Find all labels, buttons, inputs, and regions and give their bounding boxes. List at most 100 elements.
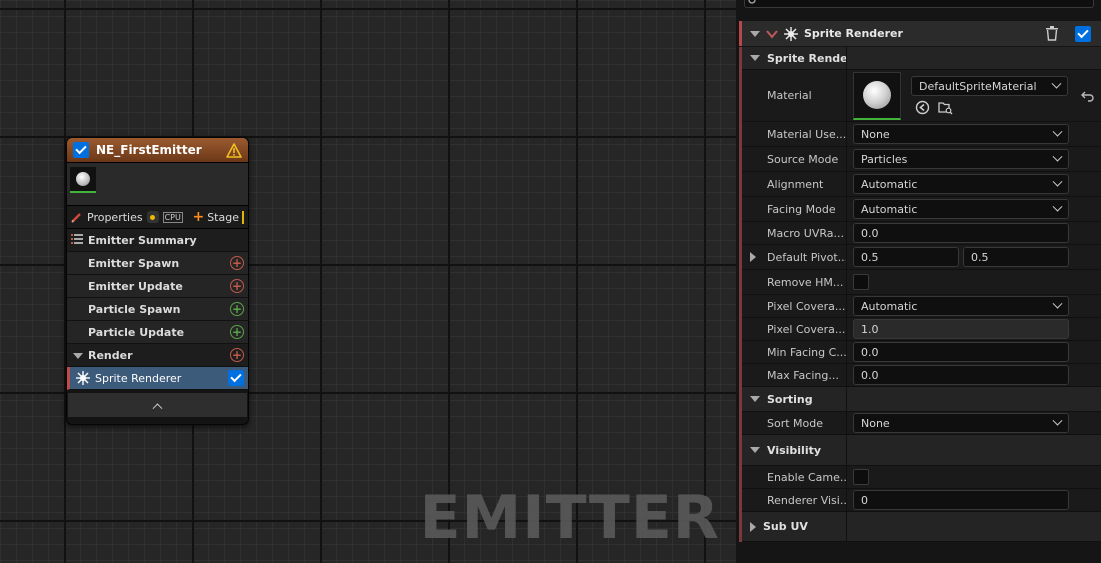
sprite-renderer-category-header[interactable]: Sprite Renderer	[739, 21, 1101, 46]
chevron-down-icon	[1052, 298, 1063, 309]
emitter-node[interactable]: NE_FirstEmitter Properties CPU + Stage E…	[66, 137, 249, 425]
collapse-arrow-icon[interactable]	[750, 396, 760, 402]
emitter-node-header[interactable]: NE_FirstEmitter	[67, 138, 248, 163]
facing-mode-dropdown[interactable]: Automatic	[853, 199, 1069, 219]
emitter-summary-row[interactable]: Emitter Summary	[67, 229, 248, 252]
pivot-y-input[interactable]: 0.5	[963, 247, 1069, 267]
min-facing-input[interactable]: 0.0	[853, 342, 1069, 362]
material-thumbnail[interactable]	[853, 71, 901, 120]
max-facing-row: Max Facing... 0.0	[742, 364, 1101, 387]
sort-mode-dropdown[interactable]: None	[853, 413, 1069, 433]
section-title: Sprite Renderir	[767, 51, 847, 65]
visibility-section[interactable]: Visibility	[742, 435, 1101, 466]
renderer-visibility-row: Renderer Visi... 0	[742, 489, 1101, 512]
material-user-bindings-dropdown[interactable]: None	[853, 124, 1069, 144]
delete-icon[interactable]	[1045, 26, 1059, 41]
dropdown-value: Automatic	[861, 177, 918, 191]
material-picker-dropdown[interactable]: DefaultSpriteMaterial	[911, 76, 1068, 96]
property-label: Macro UVRa...	[742, 222, 847, 244]
stage-row-emitter-update[interactable]: Emitter Update +	[67, 275, 248, 298]
pixel-coverage-blend-row: Pixel Covera... 1.0	[742, 318, 1101, 341]
emitter-watermark: EMITTER	[419, 483, 720, 553]
section-title: Visibility	[767, 443, 822, 457]
add-module-icon[interactable]: +	[230, 256, 244, 270]
stage-label: Emitter Spawn	[88, 256, 180, 270]
macro-uv-radius-input[interactable]: 0.0	[853, 223, 1069, 243]
emitter-thumbnail[interactable]	[70, 167, 96, 193]
renderer-heart-icon	[766, 29, 778, 39]
details-properties: Sprite Renderir Material DefaultSpriteMa…	[739, 47, 1101, 542]
collapse-node-button[interactable]	[68, 393, 247, 417]
graph-canvas[interactable]: NE_FirstEmitter Properties CPU + Stage E…	[0, 0, 736, 563]
chevron-down-icon	[1052, 415, 1063, 426]
sorting-section[interactable]: Sorting	[742, 387, 1101, 412]
max-facing-input[interactable]: 0.0	[853, 365, 1069, 385]
render-section-label: Render	[88, 348, 133, 362]
category-title: Sprite Renderer	[804, 27, 903, 40]
property-label[interactable]: Default Pivot...	[742, 245, 847, 269]
remove-hmd-roll-checkbox[interactable]	[853, 274, 869, 290]
enable-camera-culling-checkbox[interactable]	[853, 469, 869, 485]
dropdown-value: None	[861, 127, 890, 141]
stage-row-emitter-spawn[interactable]: Emitter Spawn +	[67, 252, 248, 275]
expand-arrow-icon[interactable]	[750, 521, 756, 532]
sprite-burst-icon	[784, 26, 798, 41]
cpu-sim-badge[interactable]: CPU	[162, 211, 183, 223]
emitter-tabs-bar: Properties CPU + Stage	[67, 206, 248, 229]
property-label: Min Facing C...	[742, 341, 847, 363]
add-module-icon[interactable]: +	[230, 279, 244, 293]
emitter-summary-label: Emitter Summary	[88, 233, 197, 247]
search-icon	[748, 0, 756, 4]
property-label: Max Facing...	[742, 364, 847, 386]
source-mode-dropdown[interactable]: Particles	[853, 149, 1069, 169]
source-mode-row: Source Mode Particles	[742, 147, 1101, 172]
use-selected-asset-icon[interactable]	[915, 100, 930, 115]
add-renderer-icon[interactable]: +	[230, 348, 244, 362]
browse-folder-icon[interactable]	[938, 100, 953, 115]
pivot-x-input[interactable]: 0.5	[853, 247, 959, 267]
emitter-node-title: NE_FirstEmitter	[96, 143, 202, 157]
renderer-visibility-input[interactable]: 0	[853, 490, 1069, 510]
dropdown-value: Automatic	[861, 299, 918, 313]
sprite-renderer-item[interactable]: Sprite Renderer	[67, 367, 248, 390]
sort-mode-row: Sort Mode None	[742, 412, 1101, 435]
dropdown-value: Particles	[861, 152, 908, 166]
collapse-arrow-icon[interactable]	[750, 447, 760, 453]
chevron-down-icon	[1051, 78, 1062, 89]
add-stage-button[interactable]: + Stage	[192, 210, 244, 224]
pixel-coverage-mode-dropdown[interactable]: Automatic	[853, 296, 1069, 316]
properties-tab[interactable]: Properties	[87, 211, 143, 224]
alignment-dropdown[interactable]: Automatic	[853, 174, 1069, 194]
details-search-input[interactable]	[744, 0, 1094, 8]
property-label: Alignment	[742, 172, 847, 196]
reset-to-default-icon[interactable]	[1081, 89, 1095, 103]
emitter-enabled-checkbox[interactable]	[73, 142, 89, 158]
sprite-renderer-enabled-checkbox[interactable]	[228, 370, 244, 386]
collapse-arrow-icon[interactable]	[750, 55, 760, 61]
stage-label: Emitter Update	[88, 279, 183, 293]
sprite-rendering-section[interactable]: Sprite Renderir	[742, 47, 1101, 70]
expand-arrow-icon[interactable]	[750, 252, 756, 262]
dropdown-value: None	[861, 416, 890, 430]
chevron-up-icon	[152, 402, 163, 413]
material-preview-icon	[863, 81, 891, 109]
add-module-icon[interactable]: +	[230, 302, 244, 316]
stage-row-particle-spawn[interactable]: Particle Spawn +	[67, 298, 248, 321]
renderer-enabled-checkbox[interactable]	[1075, 25, 1091, 42]
sub-uv-section[interactable]: Sub UV	[742, 512, 1101, 542]
emitter-thumbnail-row	[67, 163, 248, 206]
section-title: Sorting	[767, 392, 813, 406]
collapse-arrow-icon[interactable]	[750, 30, 760, 37]
property-label: Facing Mode	[742, 197, 847, 221]
pixel-coverage-blend-input[interactable]: 1.0	[853, 319, 1069, 339]
warning-icon[interactable]	[226, 142, 242, 158]
property-label: Enable Came...	[742, 466, 847, 488]
enable-camera-distance-culling-row: Enable Came...	[742, 466, 1101, 489]
collapse-arrow-icon[interactable]	[71, 349, 85, 362]
status-dot-icon	[146, 211, 159, 223]
facing-mode-row: Facing Mode Automatic	[742, 197, 1101, 222]
stage-label: Particle Spawn	[88, 302, 181, 316]
stage-row-particle-update[interactable]: Particle Update +	[67, 321, 248, 344]
render-section-row[interactable]: Render +	[67, 344, 248, 367]
add-module-icon[interactable]: +	[230, 325, 244, 339]
